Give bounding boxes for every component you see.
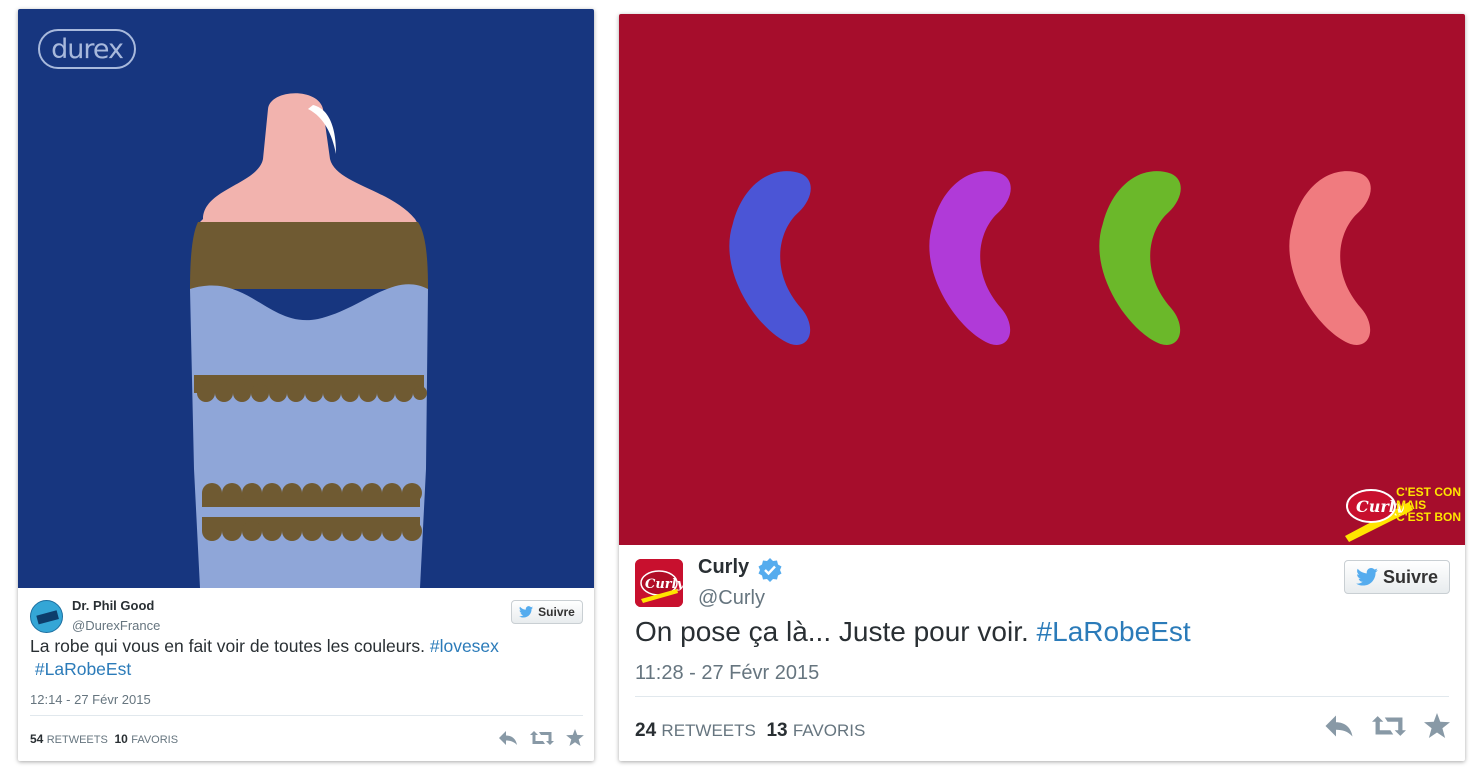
timestamp[interactable]: 11:28 - 27 Févr 2015 <box>635 662 819 685</box>
twitter-bird-icon <box>519 606 534 618</box>
retweet-count[interactable]: 24 <box>635 720 656 741</box>
retweet-icon[interactable] <box>530 730 554 746</box>
favorite-label: FAVORIS <box>792 721 866 740</box>
follow-label: Suivre <box>538 605 575 619</box>
curly-snacks-illustration: Curly <box>729 171 1413 542</box>
curly-avatar-icon: Curly <box>635 559 683 607</box>
favorite-star-icon[interactable] <box>566 729 584 746</box>
twitter-bird-icon <box>1356 568 1378 586</box>
author-handle[interactable]: @DurexFrance <box>72 618 160 633</box>
favorite-count[interactable]: 10 <box>115 732 128 746</box>
hashtag-link[interactable]: #LaRobeEst <box>1037 616 1191 647</box>
avatar[interactable]: Curly <box>635 559 683 607</box>
follow-button[interactable]: Suivre <box>511 600 583 624</box>
retweet-count[interactable]: 54 <box>30 732 43 746</box>
tweet-image-curly-snacks[interactable]: Curly C'EST CON MAIS C'EST BON <box>619 14 1465 545</box>
favorite-star-icon[interactable] <box>1424 713 1450 738</box>
tweet-card-durex: durex Dr. Phil Good @DurexFrance Suivre … <box>18 9 594 761</box>
favorite-label: FAVORIS <box>131 734 179 746</box>
follow-label: Suivre <box>1382 566 1439 587</box>
favorite-count[interactable]: 13 <box>766 720 787 741</box>
retweet-icon[interactable] <box>1372 714 1406 738</box>
verified-badge-icon <box>758 558 782 582</box>
hashtag-link[interactable]: #lovesex <box>430 636 499 656</box>
author-handle[interactable]: @Curly <box>698 587 765 610</box>
tweet-text: On pose ça là... Juste pour voir. #LaRob… <box>635 615 1455 649</box>
hashtag-link[interactable]: #LaRobeEst <box>35 659 131 679</box>
author-name[interactable]: Dr. Phil Good <box>72 598 154 613</box>
avatar[interactable] <box>30 600 63 633</box>
reply-icon[interactable] <box>1324 714 1354 738</box>
tweet-text: La robe qui vous en fait voir de toutes … <box>30 635 585 681</box>
tweet-text-body: On pose ça là... Juste pour voir. <box>635 616 1029 647</box>
tweet-actions <box>498 729 584 746</box>
divider <box>635 696 1449 697</box>
divider <box>30 715 583 716</box>
tweet-actions <box>1324 713 1450 738</box>
author-name[interactable]: Curly <box>698 556 749 579</box>
retweet-label: RETWEETS <box>661 721 756 740</box>
retweet-label: RETWEETS <box>46 734 108 746</box>
curly-tagline: C'EST CON MAIS C'EST BON <box>1396 485 1461 524</box>
durex-logo: durex <box>38 29 136 69</box>
tweet-card-curly: Curly C'EST CON MAIS C'EST BON Curly Cur… <box>619 14 1465 761</box>
tweet-text-body: La robe qui vous en fait voir de toutes … <box>30 636 425 656</box>
follow-button[interactable]: Suivre <box>1344 560 1450 594</box>
condom-dress-illustration <box>190 93 428 588</box>
tweet-image-condom-dress[interactable]: durex <box>18 9 594 588</box>
timestamp[interactable]: 12:14 - 27 Févr 2015 <box>30 692 151 707</box>
tweet-stats: 54 RETWEETS 10 FAVORIS <box>30 732 178 746</box>
durex-avatar-icon <box>36 610 59 625</box>
reply-icon[interactable] <box>498 730 518 746</box>
tweet-stats: 24 RETWEETS 13 FAVORIS <box>635 720 865 742</box>
svg-text:Curly: Curly <box>645 577 683 592</box>
